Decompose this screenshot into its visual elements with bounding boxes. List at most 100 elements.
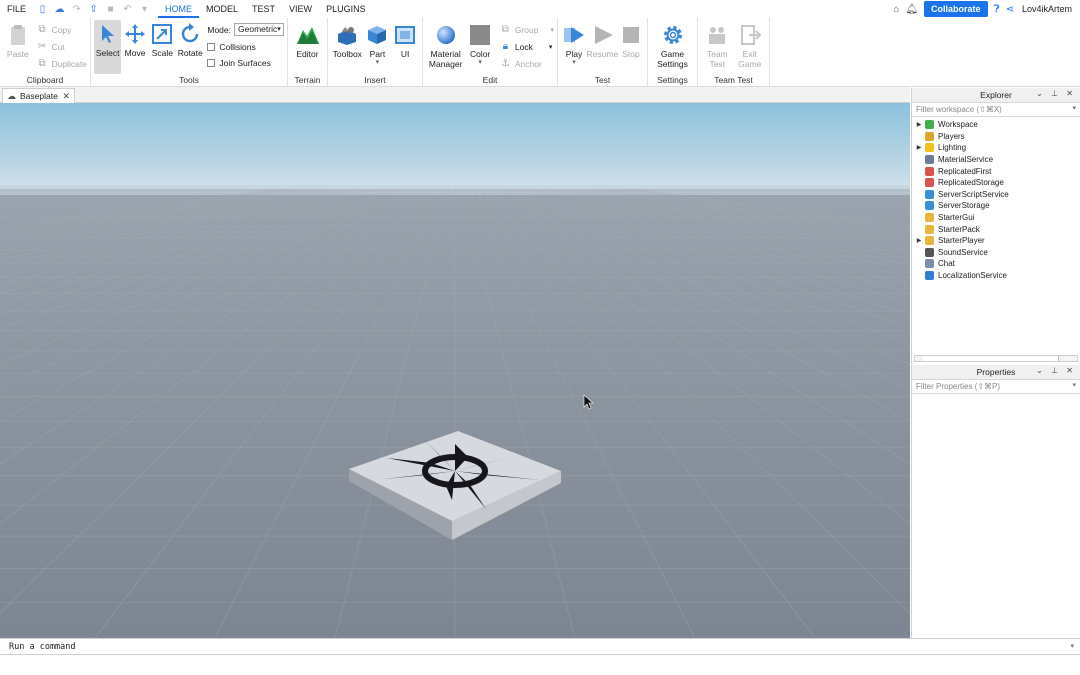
explorer-item[interactable]: StarterGui [912,212,1080,224]
stop-button[interactable]: Stop [618,21,644,61]
material-manager-button[interactable]: Material Manager [426,21,465,71]
terrain-group: Editor Terrain [288,18,328,87]
undo-icon[interactable]: ↶ [122,4,133,15]
ui-button[interactable]: UI [391,21,419,61]
team-test-button[interactable]: Team Test [702,21,732,71]
explorer-item-label: ReplicatedStorage [938,178,1004,188]
copy-button[interactable]: ⧉ Copy [37,23,87,36]
explorer-item[interactable]: SoundService [912,247,1080,259]
paste-button[interactable]: Paste [3,21,33,61]
stop-square-icon[interactable]: ■ [105,4,116,15]
baseplate-document-tab[interactable]: ☁ Baseplate ✕ [2,88,75,103]
join-surfaces-toggle[interactable]: Join Surfaces [207,56,284,69]
rotate-label: Rotate [177,48,203,58]
color-dropdown-icon[interactable]: ▾ [478,59,482,66]
share-icon[interactable]: ⋖ [1006,4,1014,15]
properties-filter-input[interactable]: Filter Properties (⇧⌘P) ▾ [912,380,1080,394]
menu-file[interactable]: FILE [0,0,33,18]
duplicate-icon: ⧉ [38,58,46,69]
explorer-filter-input[interactable]: Filter workspace (⇧⌘X) ▾ [912,103,1080,117]
help-icon[interactable]: ❓︎ [994,4,1000,15]
notification-bell-icon[interactable]: 🔔︎ [905,4,918,15]
join-surfaces-checkbox[interactable] [207,58,216,67]
explorer-item-label: ServerScriptService [938,189,1009,199]
explorer-item[interactable]: MaterialService [912,154,1080,166]
explorer-item[interactable]: StarterPack [912,223,1080,235]
group-button[interactable]: ⧉ Group ▾ [500,23,554,36]
explorer-item[interactable]: Players [912,131,1080,143]
chevron-down-icon[interactable]: ▾ [1072,104,1076,112]
mode-dropdown[interactable]: Geometric ▾ [234,23,284,36]
explorer-item[interactable]: ▶ Lighting [912,142,1080,154]
expand-arrow-icon[interactable]: ▶ [912,121,924,128]
explorer-item[interactable]: ReplicatedFirst [912,165,1080,177]
tab-test[interactable]: TEST [245,0,282,18]
select-tool-button[interactable]: Select [94,20,122,74]
tab-plugins[interactable]: PLUGINS [319,0,373,18]
settings-group: Game Settings Settings [648,18,698,87]
cloud-icon[interactable]: ☁ [54,4,65,15]
publish-icon[interactable]: ⇪ [88,4,99,15]
explorer-item[interactable]: ▶ StarterPlayer [912,235,1080,247]
new-file-icon[interactable]: ▯ [37,4,48,15]
resume-button[interactable]: Resume [587,21,618,61]
anchor-button[interactable]: ⚓︎ Anchor [500,57,554,70]
play-dropdown-icon[interactable]: ▾ [572,59,576,66]
collaborate-button[interactable]: Collaborate [924,1,988,17]
explorer-item[interactable]: ServerScriptService [912,189,1080,201]
command-bar-placeholder: Run a command [9,642,76,652]
rotate-arrow-icon [178,22,202,46]
redo-icon[interactable]: ↷ [71,4,82,15]
group-dropdown-icon[interactable]: ▾ [550,26,554,34]
material-service-icon [924,155,935,165]
username[interactable]: Lov4ikArtem [1022,4,1072,14]
game-settings-button[interactable]: Game Settings [654,21,691,71]
tools-group: Select Move Scale Rotate Mode: Geometric… [91,18,288,87]
expand-arrow-icon[interactable]: ▶ [912,144,924,151]
scale-box-icon [150,22,174,46]
lock-dropdown-icon[interactable]: ▾ [549,43,553,51]
collisions-toggle[interactable]: Collisions [207,40,284,53]
rotate-tool-button[interactable]: Rotate [176,20,204,60]
panel-controls[interactable]: ⌄ ⊥ ✕ [1036,89,1076,98]
test-group: Play ▾ Resume Stop Test [558,18,648,87]
tab-model[interactable]: MODEL [199,0,245,18]
scale-tool-button[interactable]: Scale [149,20,176,60]
play-button[interactable]: Play ▾ [561,21,587,68]
explorer-item[interactable]: Chat [912,258,1080,270]
scrollbar-thumb[interactable] [923,356,1059,361]
tab-home[interactable]: HOME [158,0,200,18]
tab-view[interactable]: VIEW [282,0,319,18]
3d-viewport[interactable] [0,103,910,638]
expand-arrow-icon[interactable]: ▶ [912,237,924,244]
chevron-down-icon[interactable]: ▾ [1072,381,1076,389]
explorer-horizontal-scrollbar[interactable] [914,355,1078,362]
players-icon [924,131,935,141]
explorer-item[interactable]: ServerStorage [912,200,1080,212]
part-button[interactable]: Part ▾ [364,21,392,68]
cut-button[interactable]: ✂ Cut [37,40,87,53]
explorer-item-label: MaterialService [938,155,994,165]
chat-icon [924,259,935,269]
starter-pack-icon [924,224,935,234]
duplicate-button[interactable]: ⧉ Duplicate [37,57,87,70]
explorer-item[interactable]: ReplicatedStorage [912,177,1080,189]
move-tool-button[interactable]: Move [121,20,148,60]
color-button[interactable]: Color ▾ [465,21,495,68]
toolbox-button[interactable]: Toolbox [331,21,364,61]
panel-controls[interactable]: ⌄ ⊥ ✕ [1036,366,1076,375]
lock-button[interactable]: 🔒︎ Lock ▾ [500,40,554,53]
explorer-item[interactable]: ▶ Workspace [912,119,1080,131]
resume-label: Resume [586,49,619,59]
cloud-status-icon[interactable]: ⌂ [893,4,899,15]
chevron-down-icon[interactable]: ▾ [1070,642,1074,650]
command-bar[interactable]: Run a command ▾ [0,638,1080,655]
collisions-checkbox[interactable] [207,42,216,51]
exit-game-button[interactable]: Exit Game [735,21,765,71]
part-dropdown-icon[interactable]: ▾ [376,59,380,66]
explorer-item[interactable]: LocalizationService [912,270,1080,282]
terrain-editor-button[interactable]: Editor [293,21,323,61]
close-icon[interactable]: ✕ [62,91,70,102]
part-label: Part [369,49,386,59]
dropdown-small-icon[interactable]: ▾ [139,4,150,15]
